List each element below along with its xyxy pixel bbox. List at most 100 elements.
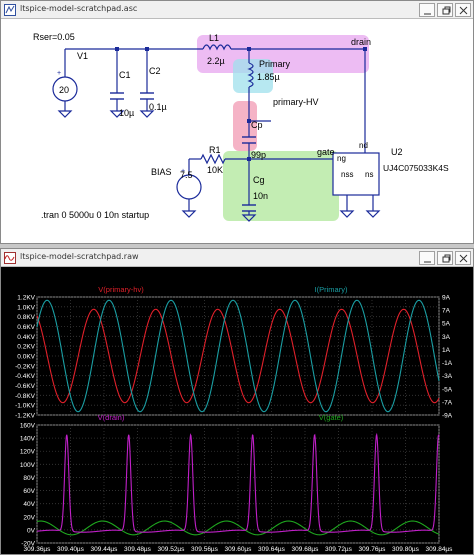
y-left-tick-label: -0.8KV [15,393,36,400]
y-tick-label: 40V [23,501,35,508]
legend-i-primary: I(Primary) [315,285,348,294]
y-tick-label: 0V [27,527,36,534]
x-tick-label: 309.60µs [225,546,253,553]
y-tick-label: 160V [20,423,36,430]
c2-name: C2 [149,66,161,76]
v1-name: V1 [77,51,88,61]
y-right-tick-label: 5A [442,321,451,328]
waveform-titlebar[interactable]: ltspice-model-scratchpad.raw [1,249,473,267]
y-left-tick-label: 1.2KV [17,295,35,302]
r1-value: 10K [207,165,223,175]
u2-pin-nd: nd [359,141,368,150]
close-icon [459,6,468,15]
schematic-icon [4,4,16,16]
x-tick-label: 309.44µs [91,546,119,553]
schematic-window-title: ltspice-model-scratchpad.asc [20,4,138,13]
v1-value: 20 [59,85,69,95]
y-right-tick-label: 3A [442,334,451,341]
x-tick-label: 309.72µs [325,546,353,553]
cg-value: 10n [253,191,268,201]
cg-name: Cg [253,175,265,185]
u2-name: U2 [391,147,403,157]
legend-v-drain: V(drain) [98,413,125,422]
cp-value: 99p [251,150,266,160]
waveform-icon [4,252,16,264]
x-tick-label: 309.68µs [292,546,320,553]
y-left-tick-label: -1.0KV [15,403,36,410]
bias-net-label: BIAS [151,167,172,177]
c2-value: 0.1µ [149,102,167,112]
y-right-tick-label: 1A [442,347,451,354]
y-tick-label: 80V [23,475,35,482]
rser-label: Rser=0.05 [33,32,75,42]
waveform-restore-button[interactable] [437,251,453,265]
legend-v-gate: V(gate) [319,413,344,422]
schematic-restore-button[interactable] [437,3,453,17]
waveform-window-title: ltspice-model-scratchpad.raw [20,252,139,261]
restore-icon [442,254,451,263]
close-icon [459,254,468,263]
spice-directive[interactable]: .tran 0 5000u 0 10n startup [41,210,149,220]
y-left-tick-label: -0.2KV [15,363,36,370]
y-tick-label: -20V [21,541,35,548]
gate-net-label: gate [317,147,335,157]
legend-v-primary-hv: V(primary-hv) [98,285,144,294]
gate-net-highlight [223,151,339,221]
y-right-tick-label: -5A [442,386,453,393]
y-right-tick-label: 9A [442,295,451,302]
y-left-tick-label: 0.0KV [17,354,35,361]
y-left-tick-label: 0.2KV [17,344,35,351]
x-tick-label: 309.64µs [258,546,286,553]
x-tick-label: 309.84µs [426,546,454,553]
y-tick-label: 140V [20,436,36,443]
c1-name: C1 [119,70,131,80]
y-left-tick-label: 0.6KV [17,324,35,331]
y-tick-label: 100V [20,462,36,469]
minimize-icon [424,261,431,263]
u2-pin-ns: ns [365,170,373,179]
waveform-minimize-button[interactable] [419,251,435,265]
waveform-window: ltspice-model-scratchpad.raw 309.36µs 309… [0,248,474,555]
x-tick-label: 309.52µs [158,546,186,553]
x-tick-label: 309.76µs [359,546,387,553]
bias-value: 7.5 [180,170,193,180]
y-left-tick-label: 0.8KV [17,314,35,321]
c1-value: 10µ [119,108,134,118]
y-left-tick-label: 1.0KV [17,304,35,311]
svg-text:+: + [57,70,61,77]
x-tick-label: 309.80µs [392,546,420,553]
waveform-plot-area[interactable]: 309.36µs 309.40µs 309.44µs 309.48µs 309.52µs… [1,267,473,554]
y-left-tick-label: -0.4KV [15,373,36,380]
restore-icon [442,6,451,15]
primary-name: Primary [259,59,290,69]
drain-net-label: drain [351,37,371,47]
minimize-icon [424,13,431,15]
x-tick-label: 309.40µs [57,546,85,553]
r1-name: R1 [209,145,221,155]
x-tick-label: 309.56µs [191,546,219,553]
y-right-tick-label: -9A [442,413,453,420]
y-left-tick-label: 0.4KV [17,334,35,341]
y-right-tick-label: -7A [442,399,453,406]
y-right-tick-label: -1A [442,360,453,367]
schematic-close-button[interactable] [455,3,471,17]
y-tick-label: 120V [20,449,36,456]
y-right-tick-label: -3A [442,373,453,380]
l1-value: 2.2µ [207,56,225,66]
primary-value: 1.85µ [257,72,280,82]
cp-name: Cp [251,120,263,130]
l1-name: L1 [209,33,219,43]
u2-pin-nss: nss [341,170,353,179]
y-left-tick-label: -1.2KV [15,413,36,420]
schematic-canvas[interactable]: + + Rser=0.05 V1 20 C1 10µ C2 0.1µ L1 2.… [1,19,473,243]
y-right-tick-label: 7A [442,308,451,315]
u2-part-number: UJ4C075033K4S [383,163,449,173]
schematic-titlebar[interactable]: ltspice-model-scratchpad.asc [1,1,473,19]
y-left-tick-label: -0.6KV [15,383,36,390]
u2-pin-ng: ng [337,154,346,163]
waveform-close-button[interactable] [455,251,471,265]
x-tick-label: 309.48µs [124,546,152,553]
schematic-minimize-button[interactable] [419,3,435,17]
y-tick-label: 20V [23,514,35,521]
schematic-window: ltspice-model-scratchpad.asc + + Rser=0.… [0,0,474,244]
